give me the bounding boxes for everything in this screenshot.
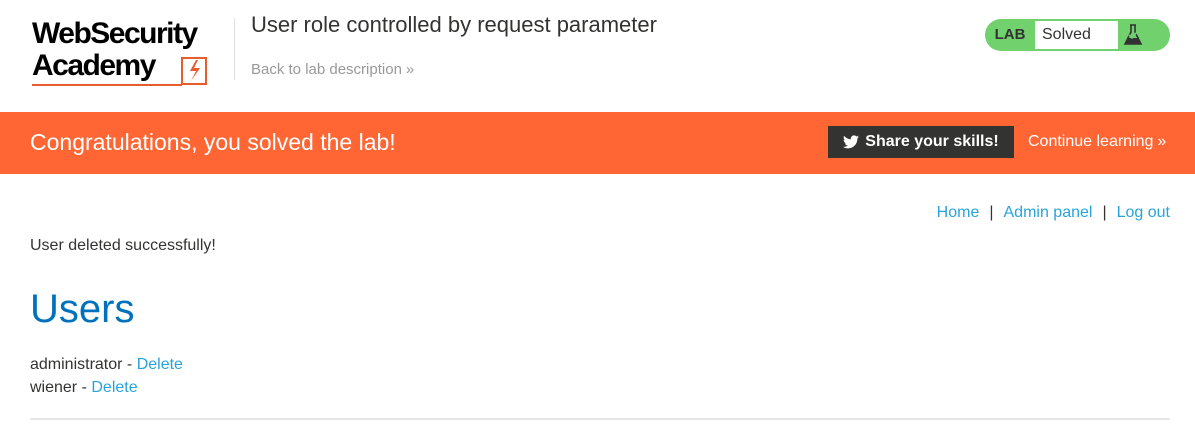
lab-status-value: Solved [1035,21,1118,49]
user-name: wiener [30,379,78,396]
delete-user-link[interactable]: Delete [137,356,183,373]
header-divider [234,18,235,80]
lightning-bolt-icon [181,57,207,85]
continue-learning-link[interactable]: Continue learning» [1028,133,1166,151]
content-divider [30,418,1170,420]
banner-message: Congratulations, you solved the lab! [30,129,396,155]
page-title: Users [30,287,135,331]
double-chevron-right-icon: » [1157,133,1167,150]
web-security-academy-logo[interactable]: WebSecurity Academy [32,16,232,88]
top-nav: Home | Admin panel | Log out [937,204,1170,222]
list-item: administrator - Delete [30,353,183,376]
user-separator: - [77,379,92,396]
double-chevron-right-icon: » [405,61,415,78]
logo-underline [32,84,182,86]
logo-text-line2: Academy [32,49,156,82]
share-skills-button[interactable]: Share your skills! [828,126,1014,158]
flask-icon [1123,24,1143,45]
status-message: User deleted successfully! [30,237,216,254]
nav-separator: | [1102,204,1107,221]
user-list: administrator - Delete wiener - Delete [30,353,183,399]
lab-title: User role controlled by request paramete… [251,12,657,37]
back-to-lab-description-link[interactable]: Back to lab description» [251,61,414,78]
lab-status-widget: LAB Solved [985,19,1170,51]
user-name: administrator [30,356,123,373]
site-header: WebSecurity Academy User role controlled… [0,0,1195,112]
twitter-icon [843,135,860,149]
logo-text-line1: WebSecurity [32,17,198,50]
user-separator: - [122,356,137,373]
nav-separator: | [989,204,994,221]
congratulations-banner: Congratulations, you solved the lab! Sha… [0,112,1195,174]
delete-user-link[interactable]: Delete [91,379,137,396]
back-link-label: Back to lab description [251,61,402,78]
continue-link-label: Continue learning [1028,133,1154,150]
list-item: wiener - Delete [30,376,183,399]
lab-status-label: LAB [994,26,1026,43]
nav-logout-link[interactable]: Log out [1117,204,1170,221]
share-button-label: Share your skills! [865,133,999,150]
nav-admin-panel-link[interactable]: Admin panel [1004,204,1093,221]
nav-home-link[interactable]: Home [937,204,980,221]
